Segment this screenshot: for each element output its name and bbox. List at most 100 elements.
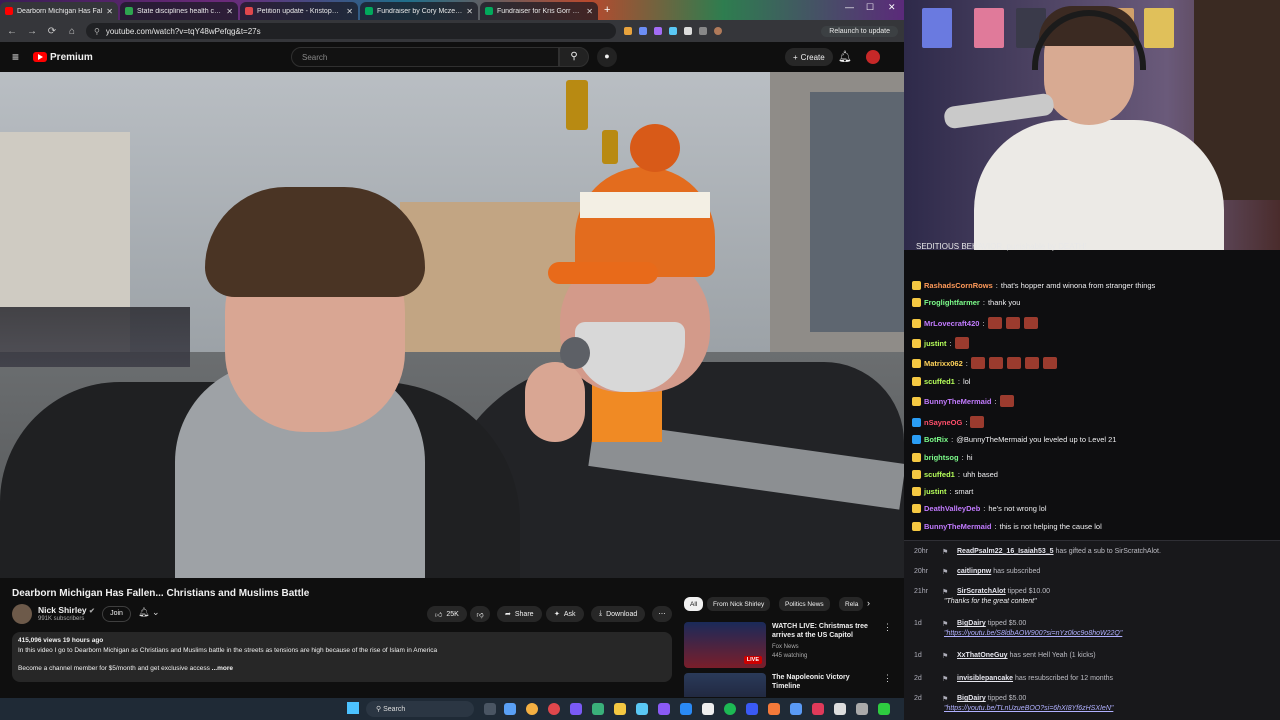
app-icon[interactable] bbox=[504, 703, 516, 715]
ask-button[interactable]: ✦ Ask bbox=[546, 606, 584, 622]
close-window-icon[interactable]: ✕ bbox=[888, 2, 896, 13]
extension-icon[interactable] bbox=[654, 27, 662, 35]
activity-username[interactable]: invisiblepancake bbox=[957, 675, 1013, 682]
video-player[interactable] bbox=[0, 72, 904, 578]
home-icon[interactable]: ⌂ bbox=[66, 26, 78, 37]
browser-tab[interactable]: Petition update - Kristopher's ✕ bbox=[240, 2, 358, 20]
browser-tab[interactable]: Dearborn Michigan Has Fal ✕ bbox=[0, 2, 118, 20]
notifications-icon[interactable]: 🔔︎ bbox=[838, 50, 852, 63]
join-button[interactable]: Join bbox=[102, 606, 131, 622]
url-input[interactable]: ⚲ youtube.com/watch?v=tqY48wPefqg&t=27s bbox=[86, 23, 616, 39]
browser-tab[interactable]: Fundraiser for Kris Gorr by Kel ✕ bbox=[480, 2, 598, 20]
activity-username[interactable]: BigDairy bbox=[957, 620, 986, 627]
activity-username[interactable]: BigDairy bbox=[957, 695, 986, 702]
chip-related[interactable]: Rela bbox=[839, 597, 863, 611]
task-view-icon[interactable] bbox=[484, 703, 496, 715]
maximize-icon[interactable]: ☐ bbox=[866, 2, 874, 13]
taskbar-search-input[interactable]: ⚲ Search bbox=[366, 701, 474, 717]
site-info-icon[interactable]: ⚲ bbox=[94, 27, 100, 36]
spotify-icon[interactable] bbox=[724, 703, 736, 715]
chat-username[interactable]: DeathValleyDeb bbox=[924, 504, 980, 513]
close-tab-icon[interactable]: ✕ bbox=[106, 7, 113, 16]
chat-username[interactable]: Froglightfarmer bbox=[924, 298, 980, 307]
app-icon[interactable] bbox=[790, 703, 802, 715]
activity-username[interactable]: caitlinpnw bbox=[957, 568, 991, 575]
activity-username[interactable]: XxThatOneGuy bbox=[957, 652, 1008, 659]
channel-name[interactable]: Nick Shirley ✔ bbox=[38, 605, 95, 615]
close-tab-icon[interactable]: ✕ bbox=[226, 7, 233, 16]
more-icon[interactable]: ⋮ bbox=[883, 622, 892, 633]
app-icon[interactable] bbox=[702, 703, 714, 715]
voice-search-icon[interactable]: ● bbox=[597, 47, 617, 67]
app-icon[interactable] bbox=[834, 703, 846, 715]
app-icon[interactable] bbox=[856, 703, 868, 715]
activity-link[interactable]: "https://youtu.be/TLnUzueBOO?si=6hXI8Yf6… bbox=[944, 705, 1113, 712]
recommended-video[interactable]: LIVE WATCH LIVE: Christmas tree arrives … bbox=[684, 622, 894, 668]
chat-username[interactable]: scuffed1 bbox=[924, 470, 955, 479]
app-icon[interactable] bbox=[592, 703, 604, 715]
youtube-logo[interactable]: Premium bbox=[33, 52, 93, 63]
chat-username[interactable]: justint bbox=[924, 339, 947, 348]
chat-username[interactable]: Matrixx062 bbox=[924, 359, 963, 368]
chat-username[interactable]: justint bbox=[924, 487, 947, 496]
chat-username[interactable]: BotRix bbox=[924, 435, 948, 444]
more-actions-button[interactable]: ⋯ bbox=[652, 606, 672, 622]
file-explorer-icon[interactable] bbox=[614, 703, 626, 715]
extension-icon[interactable] bbox=[669, 27, 677, 35]
app-icon[interactable] bbox=[878, 703, 890, 715]
like-button[interactable]: 👍︎ 25K bbox=[427, 606, 467, 622]
back-icon[interactable]: ← bbox=[6, 26, 18, 37]
search-input[interactable]: Search bbox=[291, 47, 559, 67]
app-icon[interactable] bbox=[812, 703, 824, 715]
new-tab-icon[interactable]: + bbox=[604, 4, 610, 16]
more-icon[interactable]: ⋮ bbox=[883, 673, 892, 684]
activity-username[interactable]: ReadPsalm22_16_Isaiah53_5 bbox=[957, 548, 1054, 555]
chip-from-channel[interactable]: From Nick Shirley bbox=[707, 597, 771, 611]
app-icon[interactable] bbox=[658, 703, 670, 715]
forward-icon[interactable]: → bbox=[26, 26, 38, 37]
app-icon[interactable] bbox=[768, 703, 780, 715]
show-more-link[interactable]: ...more bbox=[212, 665, 233, 672]
menu-icon[interactable]: ≡ bbox=[12, 50, 19, 64]
reload-icon[interactable]: ⟳ bbox=[46, 26, 58, 37]
windows-start-icon[interactable] bbox=[347, 702, 359, 714]
profile-icon[interactable] bbox=[714, 27, 722, 35]
app-icon[interactable] bbox=[636, 703, 648, 715]
chevron-right-icon[interactable]: › bbox=[867, 598, 870, 608]
relaunch-button[interactable]: Relaunch to update bbox=[821, 25, 898, 37]
description-box[interactable]: 415,096 views 19 hours ago In this video… bbox=[12, 632, 672, 682]
search-button[interactable]: ⚲ bbox=[559, 47, 589, 67]
activity-link[interactable]: "https://youtu.be/S8ldbAOW900?si=nYz0loc… bbox=[944, 630, 1122, 637]
chrome-icon[interactable] bbox=[526, 703, 538, 715]
channel-avatar[interactable] bbox=[12, 604, 32, 624]
download-button[interactable]: ⤓ Download bbox=[591, 606, 646, 622]
extension-icon[interactable] bbox=[624, 27, 632, 35]
browser-tab[interactable]: State disciplines health care pr ✕ bbox=[120, 2, 238, 20]
close-tab-icon[interactable]: ✕ bbox=[586, 7, 593, 16]
chip-all[interactable]: All bbox=[684, 597, 704, 611]
extension-icon[interactable] bbox=[684, 27, 692, 35]
chat-username[interactable]: MrLovecraft420 bbox=[924, 319, 979, 328]
recommended-video[interactable]: The Napoleonic Victory Timeline ⋮ bbox=[684, 673, 894, 697]
browser-tab[interactable]: Fundraiser by Cory Mczenna ✕ bbox=[360, 2, 478, 20]
chat-username[interactable]: BunnyTheMermaid bbox=[924, 522, 992, 531]
app-icon[interactable] bbox=[570, 703, 582, 715]
app-icon[interactable] bbox=[680, 703, 692, 715]
dislike-button[interactable]: 👎︎ bbox=[470, 606, 490, 622]
chat-username[interactable]: BunnyTheMermaid bbox=[924, 397, 992, 406]
create-button[interactable]: + Create bbox=[785, 48, 833, 66]
subscription-bell-button[interactable]: 🔔︎ ⌄ bbox=[138, 607, 160, 618]
account-avatar[interactable] bbox=[866, 50, 880, 64]
extension-icon[interactable] bbox=[699, 27, 707, 35]
extension-icon[interactable] bbox=[639, 27, 647, 35]
share-button[interactable]: ➦ Share bbox=[497, 606, 542, 622]
chat-username[interactable]: scuffed1 bbox=[924, 377, 955, 386]
chip-politics-news[interactable]: Politics News bbox=[779, 597, 830, 611]
close-tab-icon[interactable]: ✕ bbox=[466, 7, 473, 16]
chat-username[interactable]: RashadsCornRows bbox=[924, 281, 993, 290]
minimize-icon[interactable]: — bbox=[845, 2, 854, 12]
app-icon[interactable] bbox=[548, 703, 560, 715]
chat-username[interactable]: nSayneOG bbox=[924, 418, 962, 427]
close-tab-icon[interactable]: ✕ bbox=[346, 7, 353, 16]
app-icon[interactable] bbox=[746, 703, 758, 715]
